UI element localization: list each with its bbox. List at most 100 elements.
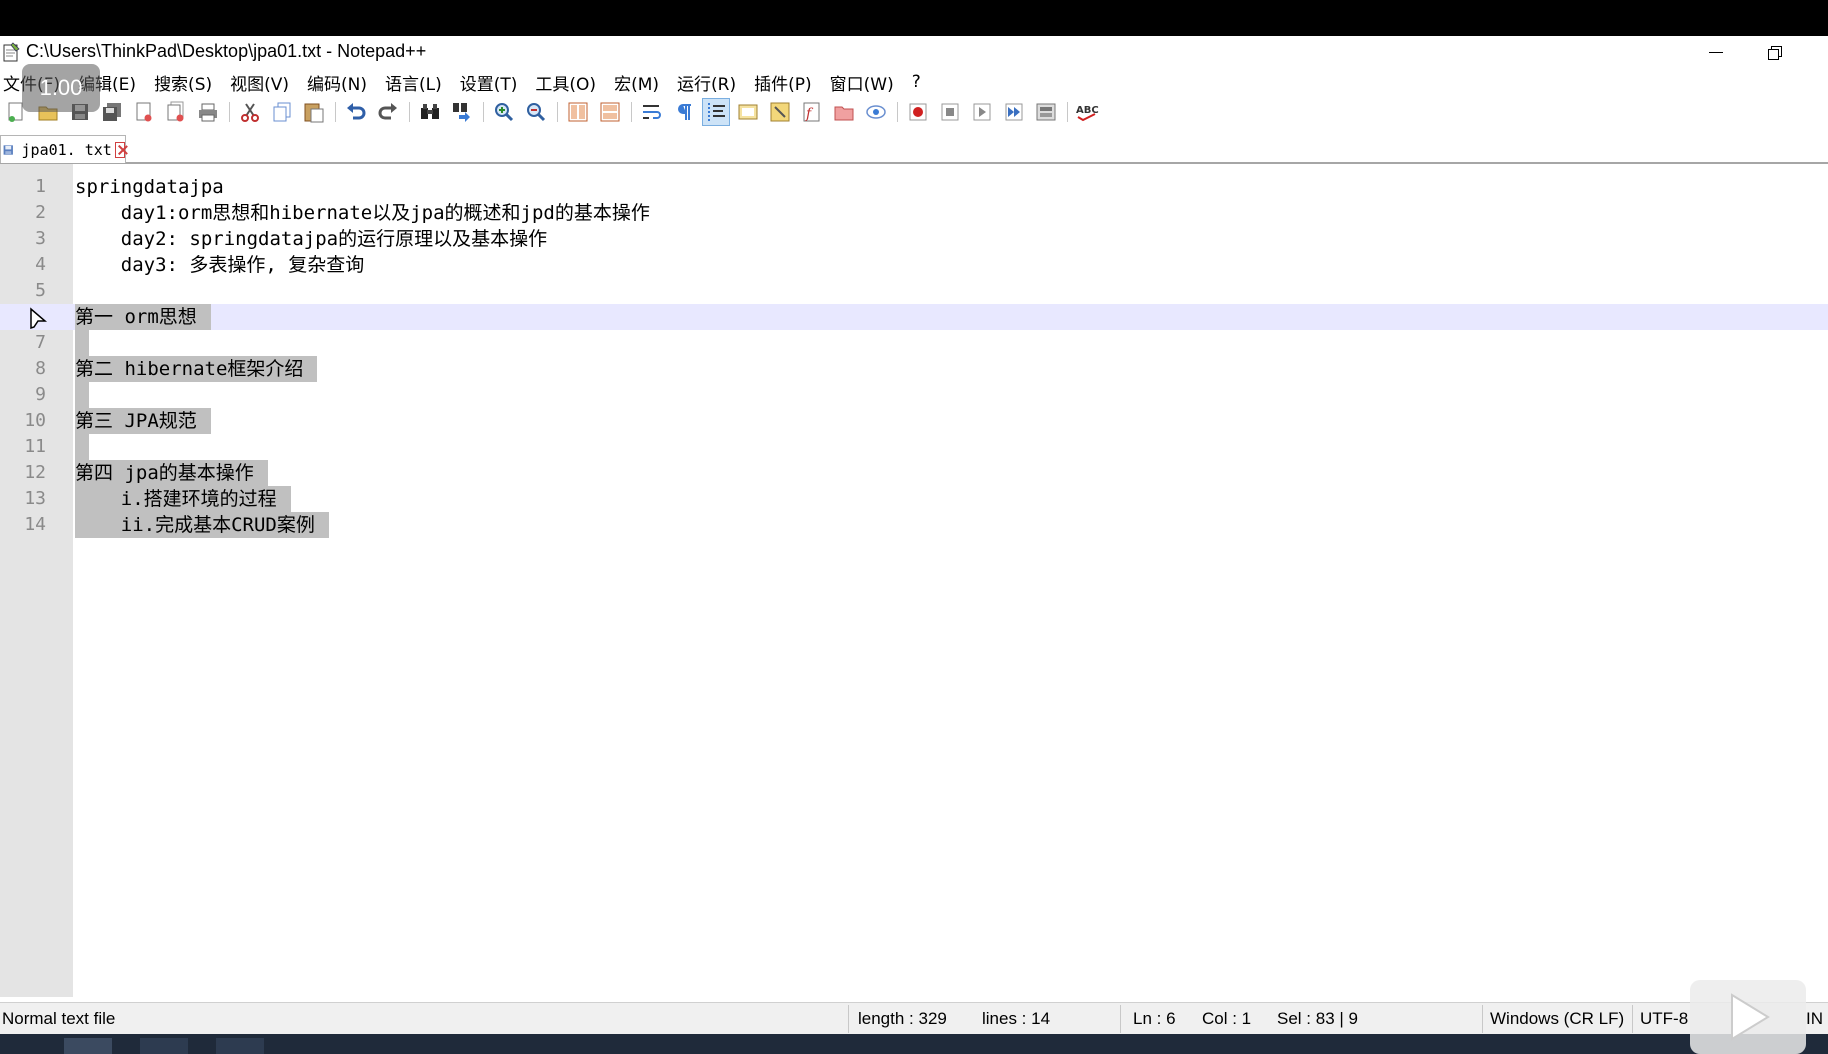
editor-area[interactable]: 1 springdatajpa 2 day1:orm思想和hibernate以及… — [0, 164, 1828, 997]
menu-bar: 文件(F) 编辑(E) 搜索(S) 视图(V) 编码(N) 语言(L) 设置(T… — [0, 68, 1828, 96]
close-icon[interactable] — [130, 98, 158, 126]
line-number: 14 — [24, 514, 46, 535]
tab-close-icon[interactable] — [114, 141, 125, 158]
editor-line: 9 — [0, 382, 1828, 408]
status-eol[interactable]: Windows (CR LF) — [1490, 1009, 1624, 1029]
editor-line: 14 ii.完成基本CRUD案例 — [0, 512, 1828, 538]
editor-line: 2 day1:orm思想和hibernate以及jpa的概述和jpd的基本操作 — [0, 200, 1828, 226]
line-number: 11 — [24, 436, 46, 457]
line-text — [75, 382, 89, 408]
menu-encoding[interactable]: 编码(N) — [298, 70, 376, 95]
menu-run[interactable]: 运行(R) — [668, 70, 745, 95]
zoom-in-icon[interactable] — [490, 98, 518, 126]
line-number: 12 — [24, 462, 46, 483]
play-button[interactable] — [1690, 980, 1806, 1054]
minimize-button[interactable] — [1688, 36, 1744, 68]
editor-line: 8 第二 hibernate框架介绍 — [0, 356, 1828, 382]
copy-icon[interactable] — [268, 98, 296, 126]
doc-map-icon[interactable] — [766, 98, 794, 126]
undo-icon[interactable] — [342, 98, 370, 126]
menu-tools[interactable]: 工具(O) — [526, 70, 605, 95]
menu-settings[interactable]: 设置(T) — [451, 70, 527, 95]
stop-macro-icon[interactable] — [936, 98, 964, 126]
close-all-icon[interactable] — [162, 98, 190, 126]
line-text: day1:orm思想和hibernate以及jpa的概述和jpd的基本操作 — [75, 202, 650, 224]
record-macro-icon[interactable] — [904, 98, 932, 126]
line-text: 第一 orm思想 — [75, 304, 211, 330]
paste-icon[interactable] — [300, 98, 336, 126]
print-icon[interactable] — [194, 98, 230, 126]
line-text: day3: 多表操作, 复杂查询 — [75, 254, 365, 276]
menu-macro[interactable]: 宏(M) — [605, 70, 668, 95]
taskbar — [0, 1034, 1828, 1054]
replace-icon[interactable] — [448, 98, 484, 126]
status-encoding[interactable]: UTF-8 — [1640, 1009, 1688, 1029]
status-bar: Normal text file length : 329 lines : 14… — [0, 1002, 1828, 1034]
tab-bar: jpa01. txt — [0, 132, 1828, 164]
status-col: Col : 1 — [1202, 1009, 1252, 1028]
saved-file-icon — [3, 144, 13, 155]
video-top-bar — [0, 0, 1828, 36]
line-number: 1 — [35, 176, 46, 197]
play-macro-icon[interactable] — [968, 98, 996, 126]
menu-view[interactable]: 视图(V) — [221, 70, 298, 95]
status-insert-mode: IN — [1806, 1009, 1823, 1028]
menu-plugins[interactable]: 插件(P) — [745, 70, 821, 95]
spell-check-icon[interactable]: ABC — [1074, 98, 1102, 126]
line-text: day2: springdatajpa的运行原理以及基本操作 — [75, 228, 548, 250]
line-text — [75, 330, 89, 356]
function-list-icon[interactable]: f — [798, 98, 826, 126]
tab-label: jpa01. txt — [21, 140, 112, 159]
editor-line: 7 — [0, 330, 1828, 356]
tab-jpa01[interactable]: jpa01. txt — [0, 135, 126, 163]
playback-speed-badge[interactable]: 1.00 — [22, 64, 100, 112]
taskbar-app-notepadpp[interactable] — [64, 1038, 112, 1054]
status-length: length : 329 — [858, 1009, 947, 1028]
line-text: 第二 hibernate框架介绍 — [75, 356, 318, 382]
line-number: 13 — [24, 488, 46, 509]
menu-search[interactable]: 搜索(S) — [145, 70, 221, 95]
zoom-out-icon[interactable] — [522, 98, 558, 126]
line-number: 4 — [35, 254, 46, 275]
menu-language[interactable]: 语言(L) — [376, 70, 451, 95]
status-file-type: Normal text file — [2, 1009, 116, 1028]
restore-button[interactable] — [1746, 36, 1802, 68]
folder-workspace-icon[interactable] — [830, 98, 858, 126]
line-number: 7 — [35, 332, 46, 353]
taskbar-app[interactable] — [216, 1038, 264, 1054]
status-ln: Ln : 6 — [1133, 1009, 1176, 1028]
word-wrap-icon[interactable] — [638, 98, 666, 126]
line-number: 5 — [35, 280, 46, 301]
notepadpp-app-icon — [3, 42, 20, 62]
line-text: i.搭建环境的过程 — [75, 486, 291, 512]
show-all-chars-icon[interactable] — [670, 98, 698, 126]
find-icon[interactable] — [416, 98, 444, 126]
window-title: C:\Users\ThinkPad\Desktop\jpa01.txt - No… — [26, 41, 427, 61]
editor-line: 11 — [0, 434, 1828, 460]
editor-line: 1 springdatajpa — [0, 174, 1828, 200]
status-sel: Sel : 83 | 9 — [1277, 1009, 1358, 1028]
monitoring-icon[interactable] — [862, 98, 898, 126]
indent-guide-icon[interactable] — [702, 98, 730, 126]
line-number: 8 — [35, 358, 46, 379]
cut-icon[interactable] — [236, 98, 264, 126]
line-text: ii.完成基本CRUD案例 — [75, 512, 329, 538]
menu-help[interactable]: ? — [903, 72, 930, 92]
line-text: 第四 jpa的基本操作 — [75, 460, 268, 486]
line-number: 9 — [35, 384, 46, 405]
save-all-icon[interactable] — [98, 98, 126, 126]
taskbar-app[interactable] — [140, 1038, 188, 1054]
line-text — [75, 434, 89, 460]
run-macro-multiple-icon[interactable] — [1000, 98, 1028, 126]
save-macro-icon[interactable] — [1032, 98, 1068, 126]
user-lang-icon[interactable] — [734, 98, 762, 126]
play-icon — [1731, 993, 1770, 1041]
editor-line: 5 — [0, 278, 1828, 304]
menu-window[interactable]: 窗口(W) — [821, 70, 903, 95]
sync-horizontal-icon[interactable] — [596, 98, 632, 126]
redo-icon[interactable] — [374, 98, 410, 126]
sync-vertical-icon[interactable] — [564, 98, 592, 126]
mouse-pointer-icon — [30, 307, 48, 330]
toolbar: f ABC — [0, 96, 1828, 128]
notepadpp-window: C:\Users\ThinkPad\Desktop\jpa01.txt - No… — [0, 36, 1828, 1034]
